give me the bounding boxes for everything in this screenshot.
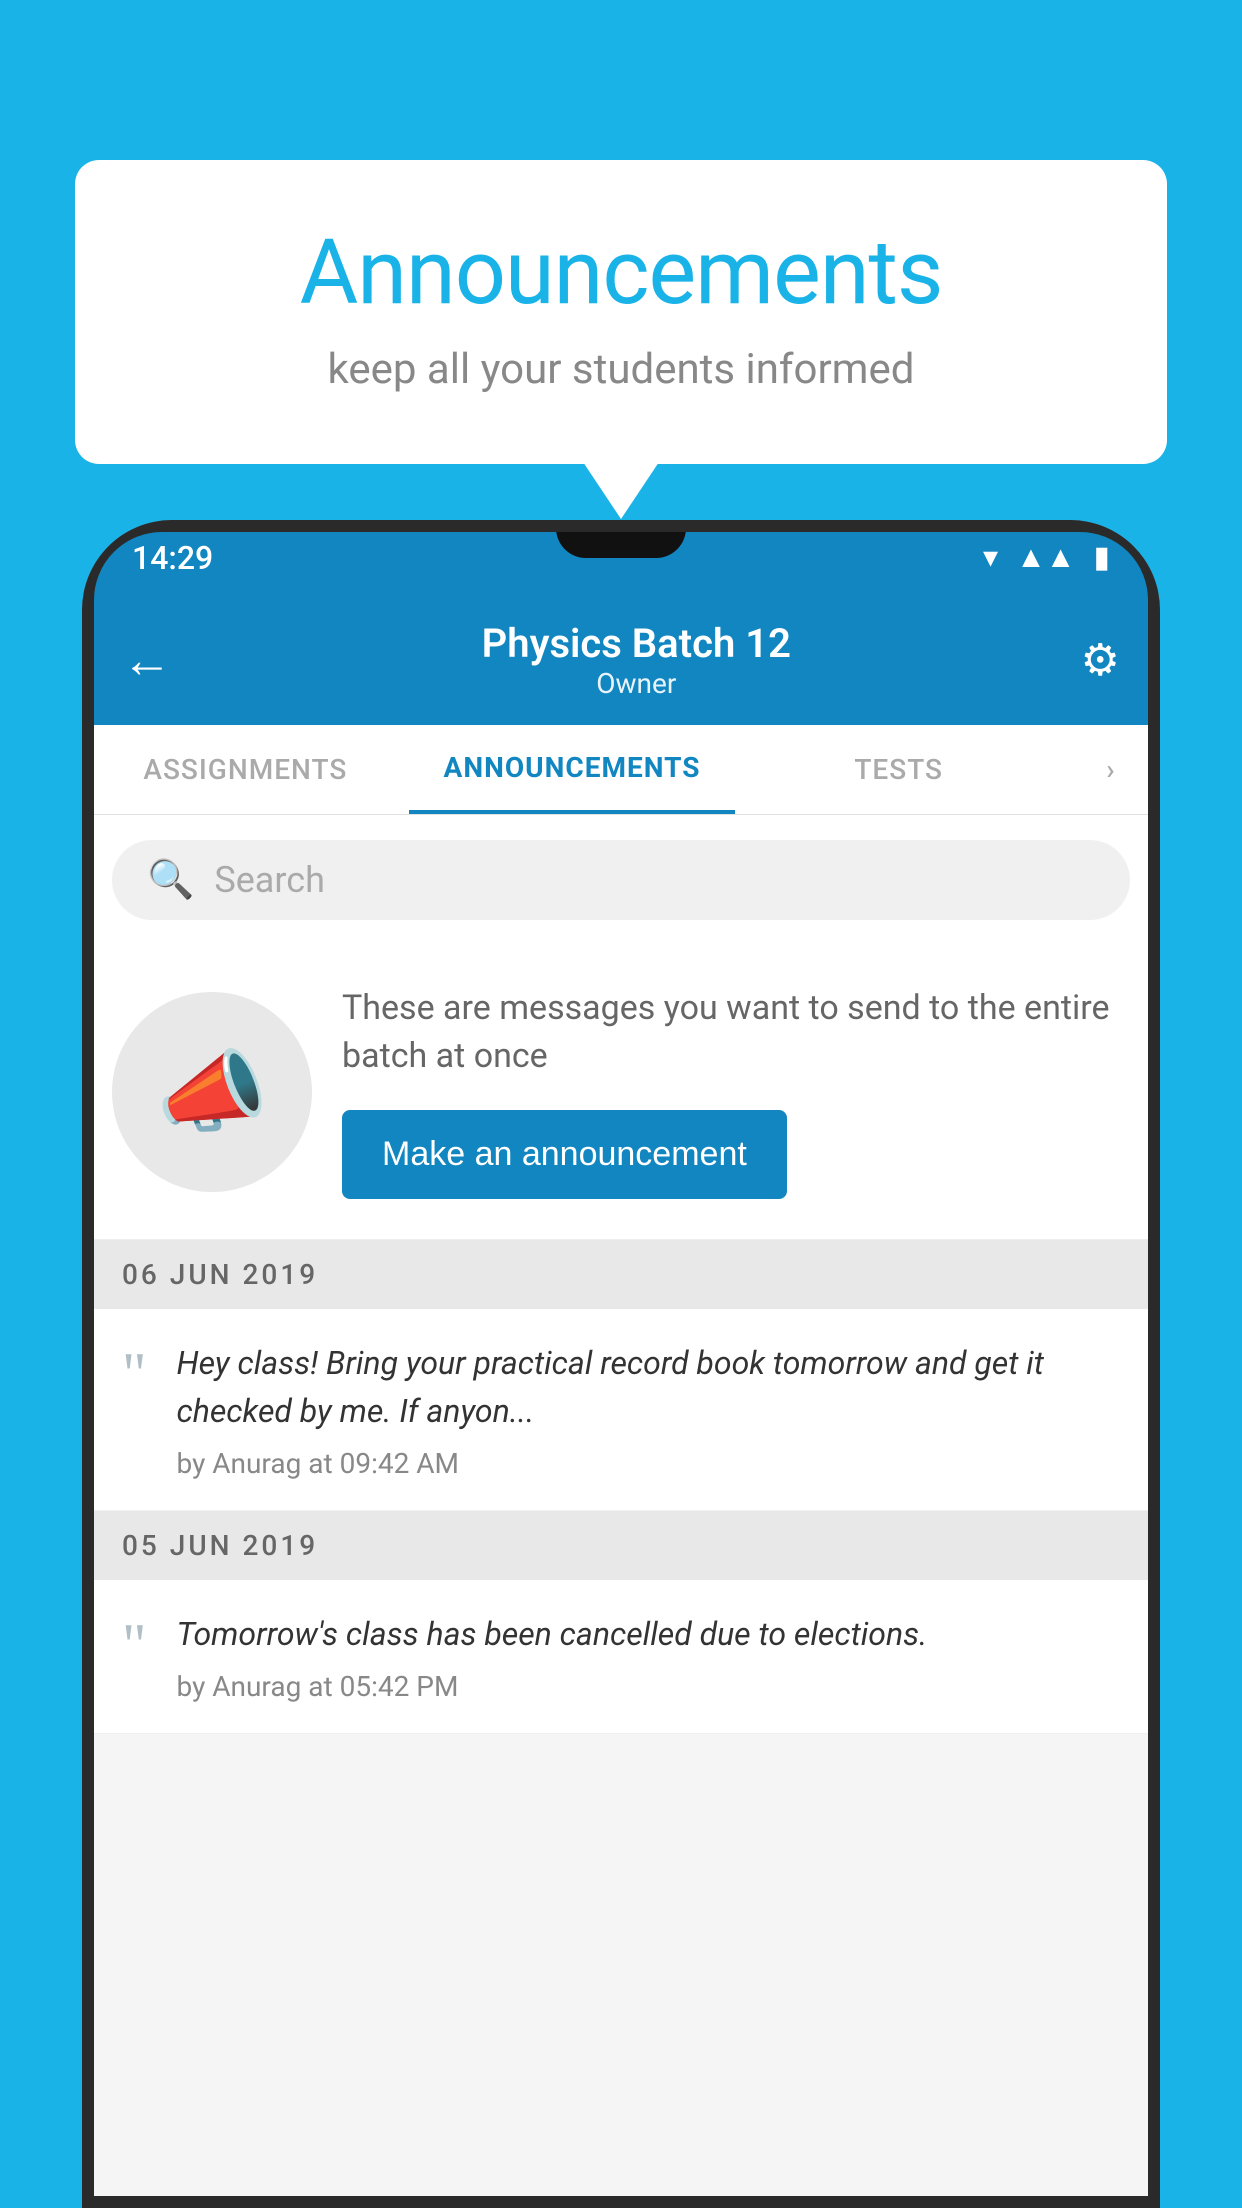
content-area: 🔍 Search 📣 These are messages you want t… [82, 815, 1160, 1734]
announcement-meta-1: by Anurag at 09:42 AM [177, 1447, 1131, 1480]
announcement-text-2: Tomorrow's class has been cancelled due … [177, 1610, 1131, 1703]
announcement-meta-2: by Anurag at 05:42 PM [177, 1670, 1131, 1703]
tab-more[interactable]: › [1062, 725, 1160, 814]
battery-icon: ▮ [1093, 540, 1110, 575]
status-icons: ▾ ▲▲ ▮ [983, 540, 1110, 575]
signal-icon: ▲▲ [1016, 540, 1075, 575]
back-button[interactable]: ← [122, 631, 172, 690]
status-time: 14:29 [132, 539, 213, 577]
settings-button[interactable]: ⚙ [1081, 634, 1120, 686]
quote-icon-2: " [122, 1615, 147, 1675]
notch [556, 520, 686, 558]
megaphone-circle: 📣 [112, 992, 312, 1192]
bubble-title: Announcements [155, 220, 1087, 325]
app-bar: ← Physics Batch 12 Owner ⚙ [82, 595, 1160, 725]
announcement-item-2: " Tomorrow's class has been cancelled du… [82, 1580, 1160, 1734]
batch-role: Owner [192, 667, 1081, 700]
megaphone-icon: 📣 [156, 1040, 268, 1145]
announcement-text-1: Hey class! Bring your practical record b… [177, 1339, 1131, 1480]
search-icon: 🔍 [147, 858, 194, 902]
bubble-subtitle: keep all your students informed [155, 345, 1087, 394]
status-bar: 14:29 ▾ ▲▲ ▮ [82, 520, 1160, 595]
phone-frame: 14:29 ▾ ▲▲ ▮ ← Physics Batch 12 Owner ⚙ … [82, 520, 1160, 2208]
announcement-message-2: Tomorrow's class has been cancelled due … [177, 1610, 1131, 1658]
search-input-wrap[interactable]: 🔍 Search [112, 840, 1130, 920]
search-placeholder: Search [214, 859, 325, 901]
search-bar-container: 🔍 Search [82, 815, 1160, 945]
quote-icon-1: " [122, 1344, 147, 1404]
speech-bubble-container: Announcements keep all your students inf… [75, 160, 1167, 464]
announcement-message-1: Hey class! Bring your practical record b… [177, 1339, 1131, 1435]
announcement-banner: 📣 These are messages you want to send to… [82, 945, 1160, 1240]
announcement-description: These are messages you want to send to t… [342, 985, 1130, 1080]
tab-tests[interactable]: TESTS [735, 725, 1062, 814]
date-separator-2: 05 JUN 2019 [82, 1511, 1160, 1580]
tab-announcements[interactable]: ANNOUNCEMENTS [409, 725, 736, 814]
make-announcement-button[interactable]: Make an announcement [342, 1110, 787, 1199]
wifi-icon: ▾ [983, 540, 998, 575]
app-bar-title-section: Physics Batch 12 Owner [192, 620, 1081, 700]
speech-bubble: Announcements keep all your students inf… [75, 160, 1167, 464]
tab-assignments[interactable]: ASSIGNMENTS [82, 725, 409, 814]
date-separator-1: 06 JUN 2019 [82, 1240, 1160, 1309]
phone-screen: 14:29 ▾ ▲▲ ▮ ← Physics Batch 12 Owner ⚙ … [82, 520, 1160, 2208]
announcement-info: These are messages you want to send to t… [342, 985, 1130, 1199]
announcement-item-1: " Hey class! Bring your practical record… [82, 1309, 1160, 1511]
batch-name: Physics Batch 12 [192, 620, 1081, 667]
tabs-bar: ASSIGNMENTS ANNOUNCEMENTS TESTS › [82, 725, 1160, 815]
